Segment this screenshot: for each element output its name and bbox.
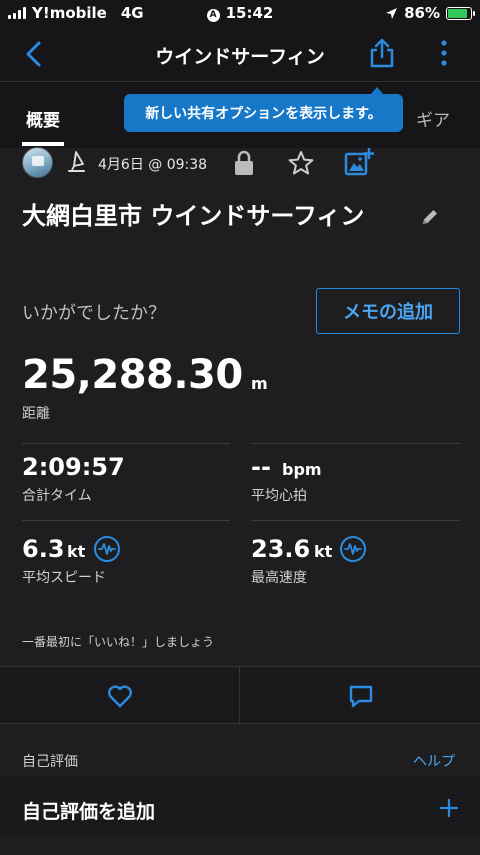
avg-speed-value: 6.3 xyxy=(22,535,65,563)
activity-date: 4月6日 @ 09:38 xyxy=(98,157,208,173)
tab-summary[interactable]: 概要 xyxy=(22,106,64,146)
distance-unit: m xyxy=(251,374,268,393)
add-photo-icon[interactable] xyxy=(344,148,374,176)
stats-divider xyxy=(22,520,230,521)
location-arrow-icon xyxy=(386,7,398,19)
star-icon[interactable] xyxy=(288,150,314,176)
plus-icon[interactable] xyxy=(440,799,458,817)
stats-divider xyxy=(251,443,460,444)
avg-heart-rate-value: -- xyxy=(251,453,271,481)
help-link[interactable]: ヘルプ xyxy=(413,751,455,771)
activity-meta-row: 4月6日 @ 09:38 xyxy=(0,147,480,178)
location-a-icon: A xyxy=(206,9,220,22)
share-icon[interactable] xyxy=(368,38,396,68)
action-separator xyxy=(239,667,240,725)
max-speed-unit: kt xyxy=(314,542,333,561)
add-self-evaluation-row[interactable]: 自己評価を追加 xyxy=(0,776,480,836)
battery-percent: 86% xyxy=(404,4,440,22)
tab-gear[interactable]: ギア xyxy=(416,106,450,131)
activity-title: 大網白里市 ウインドサーフィン xyxy=(22,202,365,230)
add-memo-button[interactable]: メモの追加 xyxy=(316,288,460,334)
avatar[interactable] xyxy=(22,147,53,178)
avg-heart-rate-label: 平均心拍 xyxy=(251,488,307,504)
kudos-prompt: 一番最初に「いいね！」しましょう xyxy=(22,635,215,649)
status-bar: Y!mobile 4G A 15:42 86% xyxy=(0,0,480,26)
wave-icon[interactable] xyxy=(94,536,120,562)
total-time-value: 2:09:57 xyxy=(22,453,125,481)
status-time: 15:42 xyxy=(225,4,274,22)
total-time-label: 合計タイム xyxy=(22,488,92,504)
max-speed-label: 最高速度 xyxy=(251,570,307,586)
stats-divider xyxy=(251,520,460,521)
add-self-evaluation-label: 自己評価を追加 xyxy=(22,801,156,823)
lock-icon[interactable] xyxy=(233,150,255,176)
distance-label: 距離 xyxy=(22,406,50,422)
battery-icon xyxy=(446,6,475,20)
self-evaluation-heading: 自己評価 xyxy=(22,754,78,770)
avg-speed-unit: kt xyxy=(67,542,86,561)
avg-speed-label: 平均スピード xyxy=(22,570,106,586)
windsurf-icon xyxy=(68,151,85,172)
max-speed-value: 23.6 xyxy=(251,535,311,563)
heart-icon[interactable] xyxy=(107,684,133,708)
stats-divider xyxy=(22,443,230,444)
share-tooltip[interactable]: 新しい共有オプションを表示します。 xyxy=(124,87,403,132)
page-title: ウインドサーフィン xyxy=(155,46,325,68)
avg-heart-rate-unit: bpm xyxy=(282,460,322,479)
top-app-bar: ウインドサーフィン xyxy=(0,26,480,82)
wave-icon[interactable] xyxy=(340,536,366,562)
how-was-it-prompt: いかがでしたか？ xyxy=(22,303,166,324)
battery-info: 86% xyxy=(385,4,475,22)
edit-icon[interactable] xyxy=(420,207,440,227)
social-action-bar xyxy=(0,666,480,725)
distance-value: 25,288.30 xyxy=(22,352,243,398)
more-icon[interactable] xyxy=(434,38,454,68)
comment-icon[interactable] xyxy=(348,684,374,708)
